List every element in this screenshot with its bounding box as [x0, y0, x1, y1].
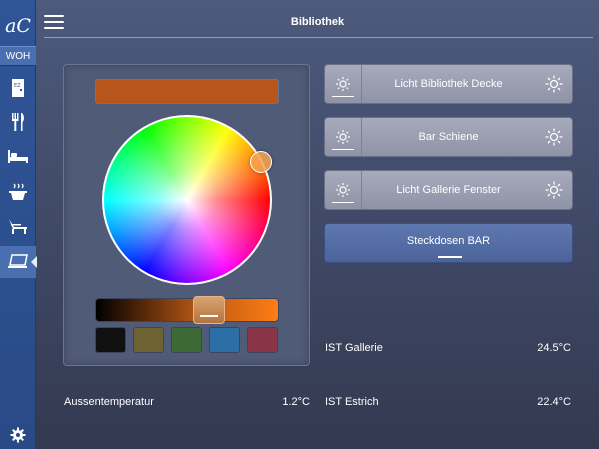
- sidebar-item-lounge[interactable]: [0, 210, 36, 242]
- sun-bright-icon: [545, 75, 562, 93]
- page-title: Bibliothek: [290, 16, 345, 28]
- header-divider: [44, 37, 593, 38]
- color-preset-olive[interactable]: [133, 327, 164, 353]
- sun-dim-icon: [336, 183, 350, 197]
- app-logo: aC: [5, 15, 31, 37]
- color-preset-blue[interactable]: [209, 327, 240, 353]
- gallerie-temperature-value: 24.5°C: [537, 342, 571, 354]
- sun-bright-icon: [545, 128, 562, 146]
- dim-down-button[interactable]: [325, 118, 362, 156]
- brightness-slider[interactable]: [95, 298, 279, 322]
- dim-up-button[interactable]: [535, 118, 572, 156]
- sidebar-item-door[interactable]: EZ: [0, 72, 36, 104]
- laptop-icon: [8, 254, 28, 268]
- color-preset-red[interactable]: [247, 327, 278, 353]
- gallerie-temperature-label: IST Gallerie: [325, 342, 383, 354]
- color-preset-green[interactable]: [171, 327, 202, 353]
- bed-icon: [8, 150, 28, 163]
- light-licht-bibliothek-decke[interactable]: Licht Bibliothek Decke: [324, 64, 573, 104]
- light-label: Licht Gallerie Fenster: [396, 184, 501, 196]
- current-color-swatch: [95, 79, 279, 104]
- color-preset-black[interactable]: [95, 327, 126, 353]
- fork-knife-icon: [12, 113, 24, 131]
- steaming-pot-icon: [9, 183, 27, 200]
- sidebar: aC WOH EZ: [0, 0, 37, 449]
- dim-up-button[interactable]: [535, 65, 572, 103]
- sidebar-item-kitchen[interactable]: [0, 176, 36, 208]
- color-wheel-knob[interactable]: [250, 151, 272, 173]
- sidebar-item-library[interactable]: [0, 246, 37, 278]
- gear-icon: [10, 427, 26, 443]
- sun-bright-icon: [545, 181, 562, 199]
- dim-up-button[interactable]: [535, 171, 572, 209]
- outside-temperature-value: 1.2°C: [282, 396, 310, 408]
- light-label: Licht Bibliothek Decke: [394, 78, 503, 90]
- light-licht-gallerie-fenster[interactable]: Licht Gallerie Fenster: [324, 170, 573, 210]
- estrich-temperature-value: 22.4°C: [537, 396, 571, 408]
- light-bar-schiene[interactable]: Bar Schiene: [324, 117, 573, 157]
- outside-temperature-label: Aussentemperatur: [64, 396, 154, 408]
- sun-dim-icon: [336, 130, 350, 144]
- sun-dim-icon: [336, 77, 350, 91]
- lounge-chair-icon: [9, 219, 27, 234]
- outlet-label: Steckdosen BAR: [406, 235, 491, 247]
- door-icon: EZ: [12, 79, 24, 97]
- sidebar-item-dining[interactable]: [0, 106, 36, 138]
- settings-button[interactable]: [0, 421, 36, 449]
- brightness-slider-thumb[interactable]: [193, 296, 226, 324]
- estrich-temperature-label: IST Estrich: [325, 396, 379, 408]
- outlet-on-indicator: [438, 256, 462, 258]
- color-wheel[interactable]: [102, 115, 272, 285]
- dim-down-button[interactable]: [325, 65, 362, 103]
- svg-text:EZ: EZ: [14, 83, 21, 89]
- dim-down-button[interactable]: [325, 171, 362, 209]
- outlet-toggle-steckdosen-bar[interactable]: Steckdosen BAR: [324, 223, 573, 263]
- room-tag[interactable]: WOH: [0, 46, 36, 66]
- light-label: Bar Schiene: [418, 131, 479, 143]
- sidebar-item-bedroom[interactable]: [0, 140, 36, 172]
